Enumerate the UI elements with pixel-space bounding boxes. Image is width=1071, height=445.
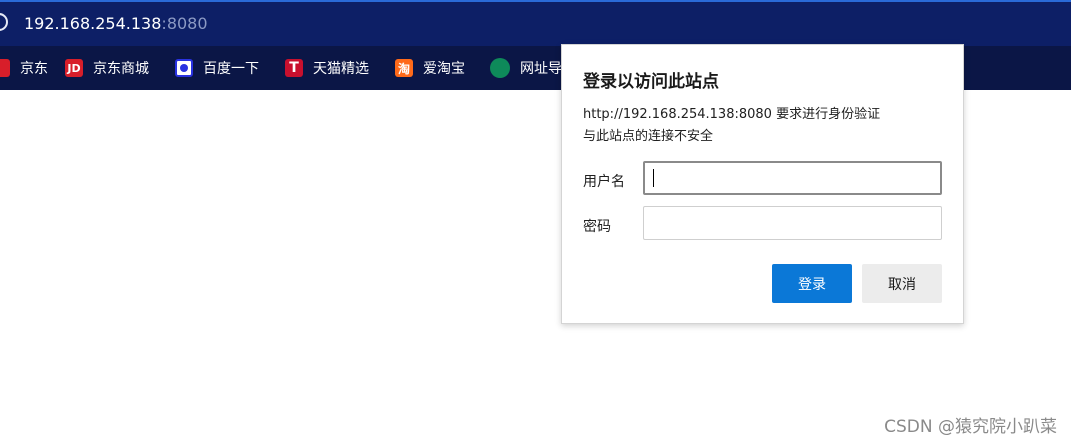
- baidu-icon: [175, 59, 193, 77]
- address-bar: 192.168.254.138:8080: [0, 0, 1071, 46]
- bookmark-label: 京东商城: [93, 61, 149, 77]
- insecure-connection-message: 与此站点的连接不安全: [583, 129, 714, 144]
- info-icon[interactable]: [0, 13, 8, 31]
- jd-icon: [0, 59, 10, 77]
- password-label: 密码: [583, 219, 611, 235]
- url-port: :8080: [161, 14, 208, 33]
- login-button[interactable]: 登录: [772, 264, 852, 303]
- url-host: 192.168.254.138: [24, 14, 162, 33]
- browser-window: 192.168.254.138:8080 京东 JD 京东商城 百度一下 T 天…: [0, 0, 1071, 445]
- bookmark-label: 爱淘宝: [423, 61, 465, 77]
- bookmark-baidu[interactable]: 百度一下: [175, 58, 259, 78]
- bookmark-label: 百度一下: [203, 61, 259, 77]
- username-label: 用户名: [583, 174, 625, 190]
- bookmark-web-nav[interactable]: 网址导: [490, 58, 562, 78]
- bookmark-tmall[interactable]: T 天猫精选: [285, 58, 369, 78]
- cancel-button[interactable]: 取消: [862, 264, 942, 303]
- bookmark-label: 网址导: [520, 61, 562, 77]
- bookmark-label: 天猫精选: [313, 61, 369, 77]
- bookmark-jd-mall[interactable]: JD 京东商城: [65, 58, 149, 78]
- jd-mall-icon: JD: [65, 59, 83, 77]
- auth-required-message: http://192.168.254.138:8080 要求进行身份验证: [583, 107, 881, 122]
- dialog-title: 登录以访问此站点: [583, 72, 719, 92]
- watermark: CSDN @猿究院小趴菜: [884, 417, 1057, 437]
- url-field[interactable]: 192.168.254.138:8080: [24, 14, 208, 33]
- bookmark-taobao[interactable]: 淘 爱淘宝: [395, 58, 465, 78]
- password-input[interactable]: [643, 206, 942, 240]
- web-nav-icon: [490, 58, 510, 78]
- taobao-icon: 淘: [395, 59, 413, 77]
- tmall-icon: T: [285, 59, 303, 77]
- auth-dialog: 登录以访问此站点 http://192.168.254.138:8080 要求进…: [561, 44, 964, 324]
- text-caret: [653, 169, 654, 187]
- bookmark-jd[interactable]: 京东: [0, 58, 48, 78]
- username-input[interactable]: [643, 161, 942, 195]
- bookmark-label: 京东: [20, 61, 48, 77]
